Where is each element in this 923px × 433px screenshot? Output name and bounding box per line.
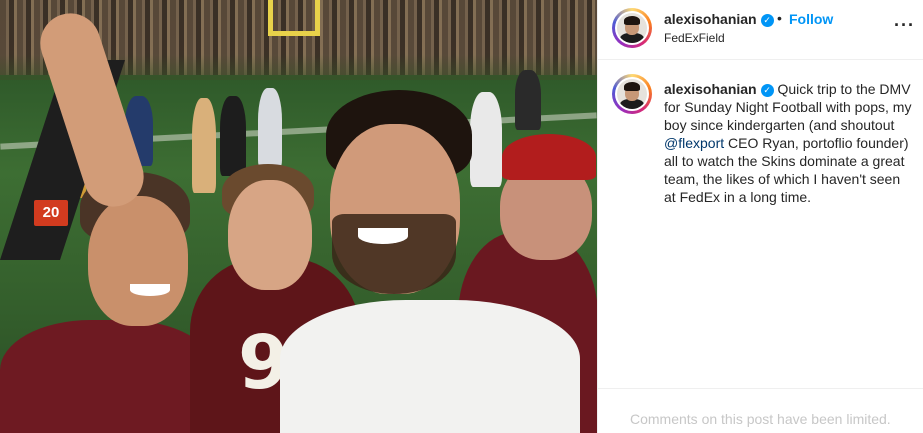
person-left-face xyxy=(88,196,188,326)
post-photo[interactable]: 20 9 xyxy=(0,0,597,433)
avatar-photo xyxy=(617,79,647,109)
follow-button[interactable]: Follow xyxy=(789,11,833,27)
avatar-photo xyxy=(617,13,647,43)
comments-limited-notice: Comments on this post have been limited. xyxy=(630,411,891,427)
author-avatar[interactable] xyxy=(612,8,652,48)
person-right-cap xyxy=(502,134,596,180)
more-options-icon[interactable]: ··· xyxy=(894,15,915,36)
background-person xyxy=(220,96,246,176)
yard-marker: 20 xyxy=(34,200,68,226)
person-center-beard xyxy=(332,214,456,294)
author-username[interactable]: alexisohanian xyxy=(664,11,757,27)
person-left-jersey xyxy=(0,320,215,433)
person-middle-face xyxy=(228,180,312,290)
post-location-link[interactable]: FedExField xyxy=(664,31,725,45)
post-caption: alexisohanian ✓ Quick trip to the DMV for… xyxy=(664,80,914,206)
post-header: alexisohanian ✓ • Follow FedExField ··· xyxy=(598,0,923,60)
verified-badge-icon: ✓ xyxy=(760,84,774,97)
background-person xyxy=(258,88,282,168)
avatar-hair xyxy=(624,16,640,25)
author-username-link[interactable]: alexisohanian ✓ xyxy=(664,11,774,27)
post-side-panel: alexisohanian ✓ • Follow FedExField ··· a… xyxy=(597,0,923,433)
person-left-smile xyxy=(130,284,170,296)
avatar-hair xyxy=(624,82,640,91)
background-person xyxy=(470,92,502,187)
comments-footer: Comments on this post have been limited. xyxy=(598,388,923,433)
avatar-ring-inner xyxy=(615,11,649,45)
header-separator: • xyxy=(777,10,782,26)
caption-author-avatar[interactable] xyxy=(612,74,652,114)
person-center-jersey xyxy=(280,300,580,433)
background-person xyxy=(192,98,216,193)
person-center-smile xyxy=(358,228,408,244)
verified-badge-icon: ✓ xyxy=(760,14,774,27)
avatar-ring-inner xyxy=(615,77,649,111)
background-person xyxy=(515,70,541,130)
goalpost xyxy=(268,0,320,36)
caption-author-username[interactable]: alexisohanian xyxy=(664,81,757,97)
mention-link[interactable]: @flexport xyxy=(664,135,724,151)
